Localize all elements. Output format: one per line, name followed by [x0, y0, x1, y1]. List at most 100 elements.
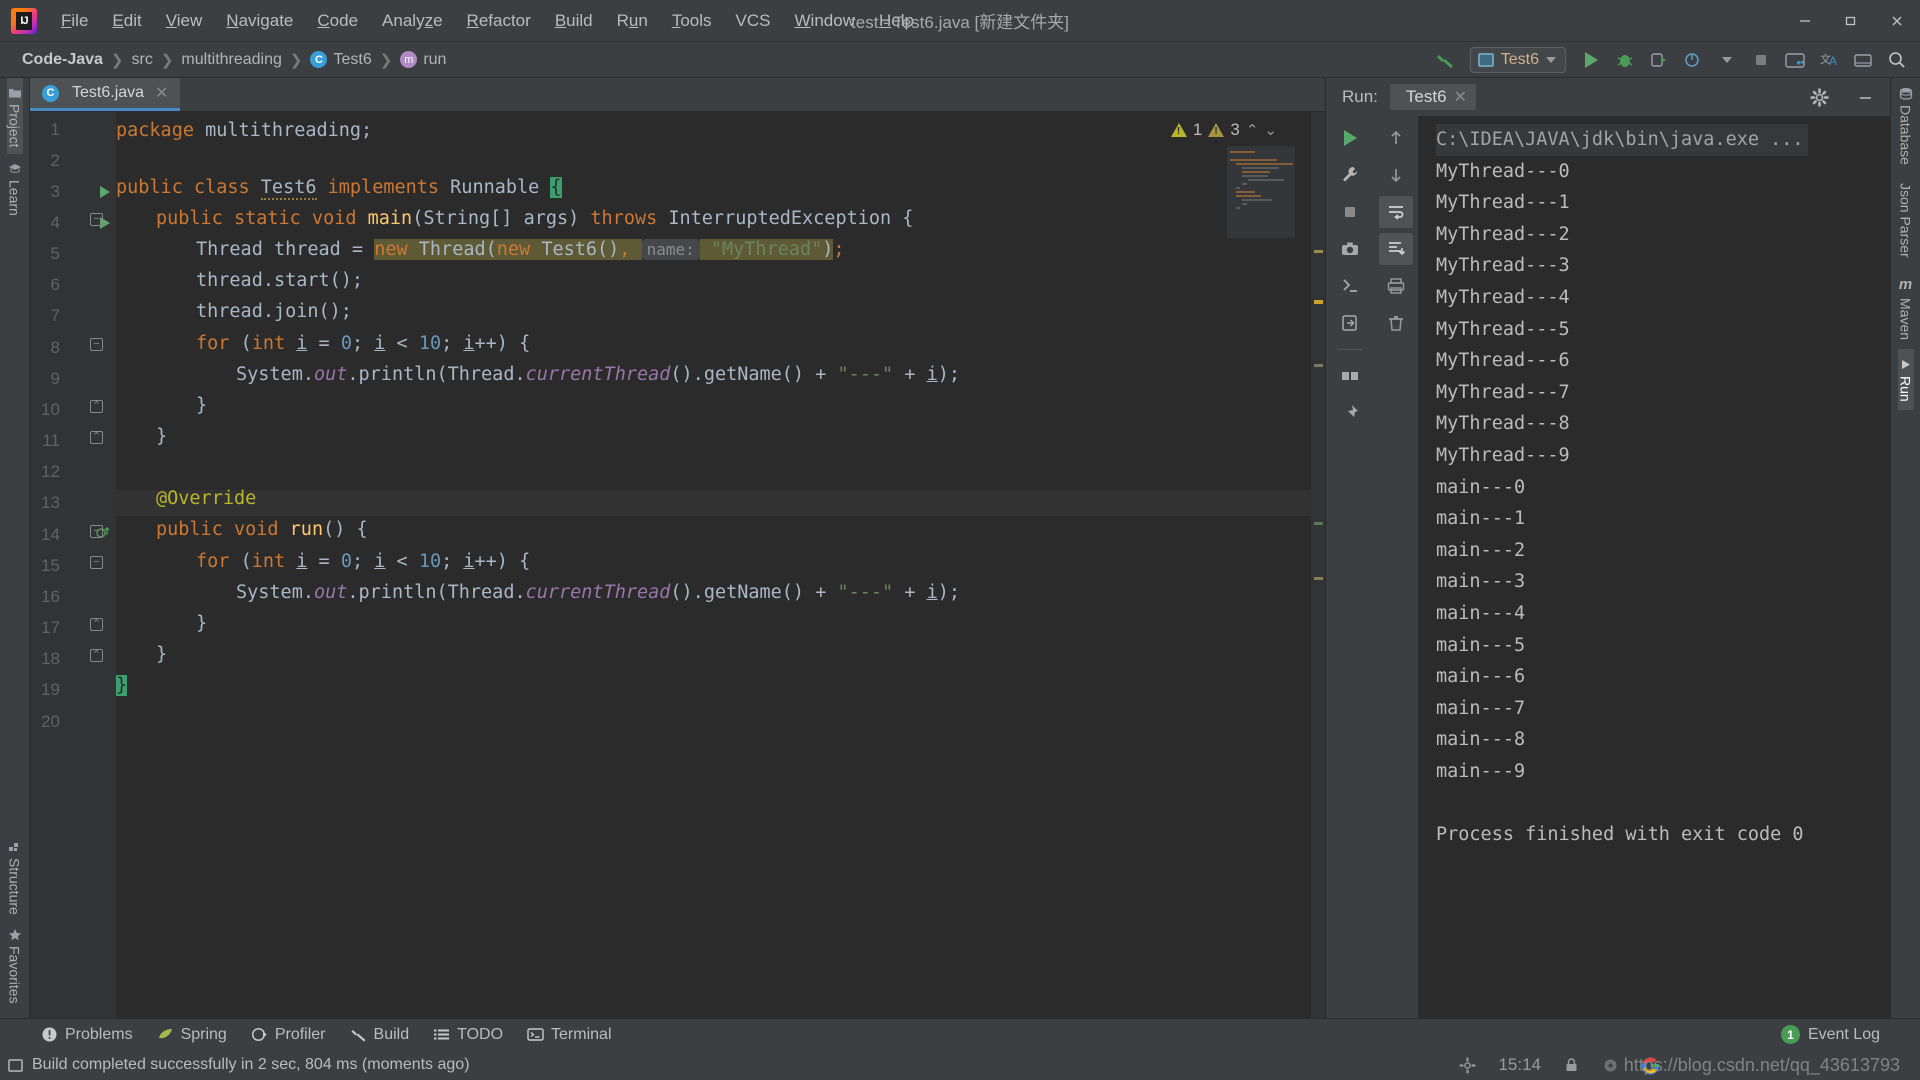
menu-tools[interactable]: Tools	[660, 7, 724, 35]
fold-marker[interactable]: ⌃	[90, 618, 103, 631]
run-gutter-icon[interactable]	[100, 186, 110, 198]
stripe-warning-mark[interactable]	[1314, 577, 1323, 580]
stop-icon[interactable]	[1333, 196, 1367, 228]
pin-icon[interactable]	[1333, 397, 1367, 429]
stripe-info-mark[interactable]	[1314, 522, 1323, 525]
menu-window[interactable]: Window	[783, 7, 867, 35]
sidebar-item-learn[interactable]: Learn	[7, 154, 23, 222]
sidebar-item-structure[interactable]: Structure	[7, 832, 23, 921]
thread-dump-icon[interactable]	[1333, 270, 1367, 302]
fold-marker[interactable]: −	[90, 556, 103, 569]
project-structure-button[interactable]	[1780, 46, 1810, 74]
code-minimap[interactable]	[1227, 146, 1295, 238]
run-button[interactable]	[1576, 46, 1606, 74]
lock-icon[interactable]	[1563, 1057, 1580, 1074]
sidebar-item-database[interactable]: Database	[1898, 78, 1914, 174]
stripe-warning-mark[interactable]	[1314, 300, 1323, 304]
minimize-button[interactable]	[1782, 0, 1828, 42]
menu-refactor[interactable]: Refactor	[455, 7, 543, 35]
trash-icon[interactable]	[1379, 307, 1413, 339]
menu-build[interactable]: Build	[543, 7, 605, 35]
fold-marker[interactable]: −	[90, 213, 103, 226]
next-problem-icon[interactable]: ⌄	[1264, 121, 1277, 139]
error-stripe[interactable]	[1311, 112, 1325, 1018]
editor-tab-test6[interactable]: Test6.java ✕	[30, 78, 181, 111]
gear-icon[interactable]	[1802, 81, 1836, 113]
print-icon[interactable]	[1379, 270, 1413, 302]
sidebar-item-run[interactable]: Run	[1897, 348, 1914, 411]
menu-file[interactable]: File	[49, 7, 100, 35]
down-arrow-icon[interactable]	[1379, 159, 1413, 191]
inspection-eye-icon[interactable]	[1602, 1057, 1619, 1074]
breadcrumb-method[interactable]: run	[400, 51, 446, 69]
chevron-down-icon[interactable]	[1712, 46, 1742, 74]
play-icon	[1901, 359, 1910, 369]
previous-problem-icon[interactable]: ⌃	[1246, 121, 1259, 139]
bottom-button-spring[interactable]: Spring	[146, 1023, 238, 1047]
sidebar-item-maven[interactable]: m Maven	[1898, 267, 1914, 349]
layout-button[interactable]	[1848, 46, 1878, 74]
fold-marker[interactable]: ⌃	[90, 649, 103, 662]
fold-marker[interactable]: −	[90, 338, 103, 351]
memory-icon[interactable]	[8, 1058, 23, 1072]
bottom-button-terminal[interactable]: Terminal	[516, 1023, 622, 1047]
rerun-icon[interactable]	[1333, 122, 1367, 154]
close-icon[interactable]: ✕	[1454, 87, 1467, 107]
menu-help[interactable]: Help	[867, 7, 926, 35]
menu-analyze[interactable]: Analyze	[370, 7, 455, 35]
profile-button[interactable]	[1678, 46, 1708, 74]
event-log-area[interactable]: 1 Event Log	[1780, 1025, 1880, 1044]
search-everywhere-icon[interactable]	[1882, 46, 1912, 74]
code-editor[interactable]: 1 2 3 4 5 6 7 8 9 10 11 12 13 14 15 16 1…	[30, 112, 1325, 1018]
breadcrumb-project[interactable]: Code-Java	[22, 51, 103, 69]
debug-button[interactable]	[1610, 46, 1640, 74]
line-column-indicator[interactable]: 15:14	[1498, 1055, 1541, 1075]
fold-marker[interactable]: ⌃	[90, 400, 103, 413]
menu-vcs[interactable]: VCS	[724, 7, 783, 35]
breadcrumb-class[interactable]: Test6	[310, 51, 372, 69]
code-text-area[interactable]: package multithreading; public class Tes…	[90, 112, 1311, 1018]
soft-wrap-icon[interactable]	[1379, 196, 1413, 228]
bottom-button-profiler[interactable]: Profiler	[240, 1023, 337, 1047]
sidebar-item-project[interactable]: Project	[6, 78, 23, 154]
bottom-button-todo[interactable]: TODO	[422, 1023, 514, 1047]
menu-edit[interactable]: Edit	[100, 7, 153, 35]
up-arrow-icon[interactable]	[1379, 122, 1413, 154]
fold-marker[interactable]: ⌃	[90, 431, 103, 444]
close-icon[interactable]: ✕	[155, 83, 168, 103]
export-icon[interactable]	[1333, 307, 1367, 339]
scroll-to-end-icon[interactable]	[1379, 233, 1413, 265]
console-output[interactable]: C:\IDEA\JAVA\jdk\bin\java.exe ... MyThre…	[1418, 116, 1890, 1018]
run-right-toolbar	[1374, 116, 1418, 1018]
menu-code[interactable]: Code	[305, 7, 370, 35]
minimize-icon[interactable]	[1848, 81, 1882, 113]
menu-view[interactable]: View	[154, 7, 215, 35]
gear-icon[interactable]	[1459, 1056, 1477, 1074]
breadcrumb-package[interactable]: multithreading	[181, 51, 282, 69]
menu-navigate[interactable]: Navigate	[214, 7, 305, 35]
sidebar-item-favorites[interactable]: Favorites	[7, 920, 23, 1018]
sidebar-item-label: Structure	[6, 857, 23, 915]
fold-marker[interactable]: −	[90, 525, 103, 538]
bottom-button-problems[interactable]: Problems	[30, 1023, 144, 1047]
stop-button[interactable]	[1746, 46, 1776, 74]
run-with-coverage-button[interactable]	[1644, 46, 1674, 74]
stripe-warning-mark[interactable]	[1314, 250, 1323, 253]
layout-icon[interactable]	[1333, 360, 1367, 392]
wrench-icon[interactable]	[1333, 159, 1367, 191]
run-tab-test6[interactable]: Test6 ✕	[1389, 84, 1476, 110]
maximize-button[interactable]	[1828, 0, 1874, 42]
sidebar-item-json-parser[interactable]: Json Parser	[1898, 174, 1914, 267]
close-button[interactable]	[1874, 0, 1920, 42]
bottom-button-label: Profiler	[274, 1025, 326, 1043]
stripe-warning-mark[interactable]	[1314, 364, 1323, 367]
inspection-widget[interactable]: 1 3 ⌃ ⌄	[1170, 120, 1277, 140]
bottom-button-build[interactable]: Build	[339, 1023, 421, 1047]
menu-run[interactable]: Run	[605, 7, 660, 35]
breadcrumb-src[interactable]: src	[132, 51, 153, 69]
build-hammer-icon[interactable]	[1430, 46, 1460, 74]
run-configuration-selector[interactable]: Test6	[1469, 46, 1566, 73]
translate-button[interactable]: 文A	[1814, 46, 1844, 74]
editor-gutter[interactable]: 1 2 3 4 5 6 7 8 9 10 11 12 13 14 15 16 1…	[30, 112, 116, 1018]
camera-icon[interactable]	[1333, 233, 1367, 265]
